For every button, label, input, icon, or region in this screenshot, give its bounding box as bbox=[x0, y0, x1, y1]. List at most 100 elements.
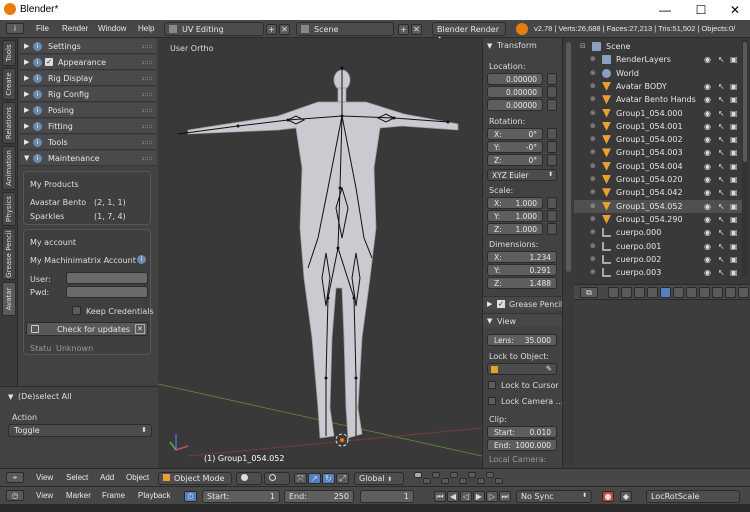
dimensions-y-field[interactable]: Y: 0.291 bbox=[487, 264, 557, 276]
menu-frame[interactable]: Frame bbox=[102, 491, 125, 500]
outliner-row[interactable]: ⊕ cuerpo.001 ◉ ↖ ▣ bbox=[574, 240, 746, 253]
sync-dropdown[interactable]: No Sync ⬍ bbox=[516, 490, 592, 503]
expand-icon[interactable]: ⊕ bbox=[590, 255, 599, 264]
lock-icon[interactable] bbox=[547, 86, 557, 98]
menu-help[interactable]: Help bbox=[138, 24, 154, 33]
panel-rig-config-header[interactable]: ▶ i Rig Config bbox=[20, 87, 156, 102]
expand-icon[interactable]: ⊕ bbox=[590, 122, 599, 131]
lock-icon[interactable] bbox=[547, 73, 557, 85]
visibility-icon[interactable]: ◉ bbox=[704, 215, 711, 224]
jump-end-icon[interactable]: ⏭ bbox=[499, 491, 511, 502]
lock-icon[interactable] bbox=[547, 154, 557, 166]
render-icon[interactable]: ▣ bbox=[730, 55, 738, 64]
drag-grip-icon[interactable] bbox=[142, 61, 152, 64]
scrollbar-thumb[interactable] bbox=[566, 42, 571, 272]
scale-z-field[interactable]: Z: 1.000 bbox=[487, 223, 543, 235]
location-z-field[interactable]: 0.00000 bbox=[487, 99, 543, 111]
clip-start-field[interactable]: Start: 0.010 bbox=[487, 426, 557, 438]
tab-physics[interactable]: Physics bbox=[2, 192, 16, 226]
render-tab-icon[interactable] bbox=[608, 287, 619, 298]
expand-icon[interactable]: ⊕ bbox=[590, 82, 599, 91]
panel-posing-header[interactable]: ▶ i Posing bbox=[20, 103, 156, 118]
rotate-icon[interactable]: ↻ bbox=[322, 473, 335, 484]
grease-pencil-header[interactable]: ▶ ✓ Grease Pencil bbox=[483, 296, 563, 310]
visibility-icon[interactable]: ◉ bbox=[704, 255, 711, 264]
texture-tab-icon[interactable] bbox=[725, 287, 736, 298]
outliner-row[interactable]: ⊕ cuerpo.000 ◉ ↖ ▣ bbox=[574, 226, 746, 239]
rotation-x-field[interactable]: X: 0° bbox=[487, 128, 543, 140]
menu-marker[interactable]: Marker bbox=[66, 491, 91, 500]
orientation-dropdown[interactable]: Global ⬍ bbox=[354, 472, 404, 485]
scene-tab-icon[interactable] bbox=[634, 287, 645, 298]
menu-file[interactable]: File bbox=[36, 24, 49, 33]
scrollbar-thumb[interactable] bbox=[743, 42, 747, 162]
lens-field[interactable]: Lens: 35.000 bbox=[487, 334, 557, 346]
visibility-icon[interactable]: ◉ bbox=[704, 188, 711, 197]
shading-dropdown[interactable] bbox=[236, 472, 262, 485]
selectable-icon[interactable]: ↖ bbox=[718, 268, 725, 277]
render-icon[interactable]: ▣ bbox=[730, 95, 738, 104]
lock-icon[interactable] bbox=[547, 197, 557, 209]
visibility-icon[interactable]: ◉ bbox=[704, 162, 711, 171]
menu-object[interactable]: Object bbox=[126, 473, 149, 482]
expand-icon[interactable]: ⊕ bbox=[590, 162, 599, 171]
expand-icon[interactable]: ⊕ bbox=[590, 228, 599, 237]
preview-range-icon[interactable]: ⏱ bbox=[184, 491, 197, 502]
maximize-button[interactable]: ☐ bbox=[686, 2, 716, 18]
panel-fitting-header[interactable]: ▶ i Fitting bbox=[20, 119, 156, 134]
constraints-tab-icon[interactable] bbox=[673, 287, 684, 298]
password-input[interactable] bbox=[66, 286, 148, 298]
expand-icon[interactable]: ⊕ bbox=[590, 202, 599, 211]
outliner-row[interactable]: ⊟ Scene bbox=[574, 40, 746, 53]
selectable-icon[interactable]: ↖ bbox=[718, 55, 725, 64]
visibility-icon[interactable]: ◉ bbox=[704, 228, 711, 237]
data-tab-icon[interactable] bbox=[699, 287, 710, 298]
editor-type-icon[interactable]: ⧉ bbox=[580, 287, 598, 298]
menu-view[interactable]: View bbox=[36, 491, 53, 500]
selectable-icon[interactable]: ↖ bbox=[718, 95, 725, 104]
outliner-row[interactable]: ⊕ Group1_054.290 ◉ ↖ ▣ bbox=[574, 213, 746, 226]
menu-add[interactable]: Add bbox=[100, 473, 114, 482]
lock-camera-checkbox[interactable] bbox=[488, 397, 496, 405]
material-tab-icon[interactable] bbox=[712, 287, 723, 298]
outliner-row[interactable]: ⊕ Group1_054.052 ◉ ↖ ▣ bbox=[574, 199, 746, 213]
outliner-row[interactable]: ⊕ World bbox=[574, 67, 746, 80]
screen-layout-dropdown[interactable]: UV Editing bbox=[164, 22, 264, 36]
scene-dropdown[interactable]: Scene bbox=[296, 22, 394, 36]
panel-settings-header[interactable]: ▶ i Settings bbox=[20, 39, 156, 54]
lock-icon[interactable] bbox=[547, 99, 557, 111]
visibility-icon[interactable]: ◉ bbox=[704, 135, 711, 144]
check-updates-button[interactable]: Check for updates ✕ bbox=[26, 322, 148, 336]
selectable-icon[interactable]: ↖ bbox=[718, 162, 725, 171]
lock-icon[interactable] bbox=[547, 210, 557, 222]
outliner-row[interactable]: ⊕ Avatar Bento Hands ◉ ↖ ▣ bbox=[574, 93, 746, 106]
render-icon[interactable]: ▣ bbox=[730, 268, 738, 277]
selectable-icon[interactable]: ↖ bbox=[718, 188, 725, 197]
render-icon[interactable]: ▣ bbox=[730, 242, 738, 251]
outliner-row[interactable]: ⊕ Group1_054.001 ◉ ↖ ▣ bbox=[574, 120, 746, 133]
drag-grip-icon[interactable] bbox=[142, 45, 152, 48]
outliner-row[interactable]: ⊕ Group1_054.000 ◉ ↖ ▣ bbox=[574, 107, 746, 120]
tab-relations[interactable]: Relations bbox=[2, 102, 16, 144]
scale-icon[interactable]: ⤢ bbox=[336, 473, 349, 484]
expand-icon[interactable]: ⊕ bbox=[590, 55, 599, 64]
layer-button[interactable] bbox=[414, 472, 422, 478]
dimensions-z-field[interactable]: Z: 1.488 bbox=[487, 277, 557, 289]
lock-icon[interactable] bbox=[547, 128, 557, 140]
keying-icon[interactable]: ◆ bbox=[620, 491, 632, 502]
menu-select[interactable]: Select bbox=[66, 473, 88, 482]
current-frame-field[interactable]: 1 bbox=[360, 490, 414, 503]
lock-object-field[interactable]: ✎ bbox=[487, 363, 557, 375]
eyedropper-icon[interactable]: ✎ bbox=[546, 364, 552, 373]
expand-icon[interactable]: ⊕ bbox=[590, 148, 599, 157]
layer-button[interactable] bbox=[459, 478, 467, 484]
selectable-icon[interactable]: ↖ bbox=[718, 255, 725, 264]
collapse-icon[interactable]: ⊟ bbox=[580, 42, 589, 51]
object-tab-icon[interactable] bbox=[660, 287, 671, 298]
layer-button[interactable] bbox=[432, 472, 440, 478]
render-icon[interactable]: ▣ bbox=[730, 122, 738, 131]
view-header[interactable]: ▼ View bbox=[483, 313, 563, 327]
layers-tab-icon[interactable] bbox=[621, 287, 632, 298]
drag-grip-icon[interactable] bbox=[142, 77, 152, 80]
minimize-button[interactable]: — bbox=[650, 2, 680, 18]
